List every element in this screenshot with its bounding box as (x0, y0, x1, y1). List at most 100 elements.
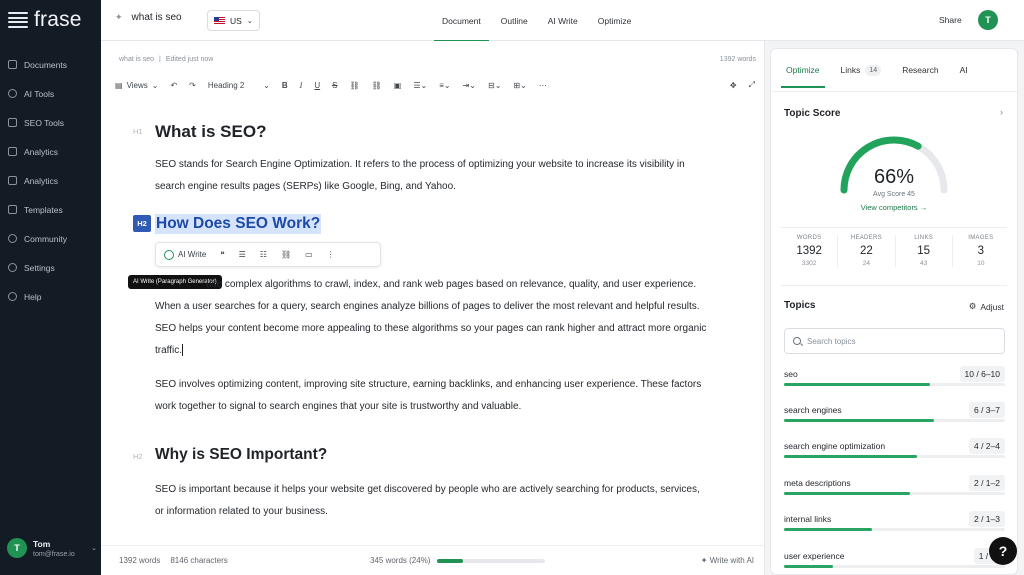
sidebar-item-label: Documents (24, 59, 67, 70)
tab-ai[interactable]: AI (953, 57, 975, 83)
paragraph[interactable]: SEO stands for Search Engine Optimizatio… (155, 154, 710, 198)
stat-value: 15 (917, 245, 931, 257)
list-button[interactable]: ☰⌄ (413, 81, 427, 90)
block-label: H2 (133, 452, 143, 461)
more-button[interactable]: ⋯ (539, 81, 547, 90)
align-button[interactable]: ≡⌄ (439, 81, 450, 90)
heading-label: Heading 2 (207, 80, 245, 90)
section-heading[interactable]: How Does SEO Work? (155, 214, 322, 234)
topic-item[interactable]: user experience1 / 1– (784, 548, 1005, 574)
move-icon[interactable]: ✥ (730, 81, 737, 90)
logo[interactable]: frase (8, 9, 82, 31)
avatar[interactable]: T (978, 10, 998, 30)
paragraph[interactable]: SEO is important because it helps your w… (155, 479, 710, 523)
topic-track (784, 528, 1005, 531)
average-score: Avg Score 45 (873, 191, 915, 198)
stat-value: 1392 (796, 245, 822, 257)
underline-button[interactable]: U (314, 81, 320, 90)
tab-document[interactable]: Document (432, 0, 491, 42)
bold-button[interactable]: B (282, 81, 288, 90)
text-cursor (182, 344, 184, 357)
topic-fill (784, 492, 910, 495)
chevron-right-icon[interactable]: › (1000, 107, 1003, 117)
stat-target: 24 (862, 260, 870, 267)
image-button[interactable]: ▣ (394, 81, 402, 90)
link-button[interactable]: ⛓ (349, 81, 359, 90)
quote-button[interactable]: ❝ (220, 250, 224, 259)
user-menu[interactable]: T Tom tom@frase.io ⌄ (7, 532, 97, 564)
template-icon (8, 205, 17, 214)
topic-item[interactable]: search engines 6 / 3–7 (784, 402, 1005, 435)
table-button[interactable]: ⊞⌄ (513, 81, 526, 90)
tab-links[interactable]: Links 14 (834, 57, 889, 83)
ai-icon (164, 249, 174, 260)
inline-toolbar: AI Write ❝ ☰ ☷ ⛓ ▭ ⋮ (155, 242, 381, 267)
section-heading[interactable]: Why is SEO Important? (155, 446, 327, 464)
sidebar-item-settings[interactable]: Settings (0, 253, 101, 282)
bullet-list-button[interactable]: ☰ (239, 250, 246, 259)
search-input[interactable]: Search topics (784, 328, 1005, 354)
tab-outline[interactable]: Outline (491, 0, 538, 41)
footer-words: 1392 words (119, 556, 161, 565)
link-button[interactable]: ⛓ (281, 250, 291, 259)
more-button[interactable]: ⋮ (327, 250, 335, 259)
stat-label: HEADERS (850, 235, 882, 241)
redo-button[interactable]: ↷ (189, 81, 196, 90)
sidebar-item-analytics-2[interactable]: Analytics (0, 166, 101, 195)
sidebar-nav: Documents AI Tools SEO Tools Analytics A… (0, 50, 101, 311)
stat-images: IMAGES 3 10 (953, 235, 1009, 267)
tab-optimize[interactable]: Optimize (588, 0, 642, 41)
sidebar-item-analytics[interactable]: Analytics (0, 137, 101, 166)
sidebar-item-label: SEO Tools (24, 117, 65, 128)
indent-button[interactable]: ⇥⌄ (463, 81, 476, 90)
us-flag-icon (214, 17, 225, 24)
divider: | (159, 56, 161, 63)
tab-research[interactable]: Research (895, 57, 945, 83)
sidebar-item-label: Analytics (24, 175, 59, 186)
view-competitors-link[interactable]: View competitors → (831, 203, 957, 212)
page-title[interactable]: What is SEO? (155, 122, 266, 142)
tab-optimize-panel[interactable]: Optimize (779, 57, 827, 88)
topic-name: search engines (784, 405, 842, 415)
sidebar-item-templates[interactable]: Templates (0, 195, 101, 224)
block-label: H1 (133, 127, 143, 136)
paragraph[interactable]: use complex algorithms to crawl, index, … (155, 274, 710, 362)
topic-item[interactable]: meta descriptions 2 / 1–2 (784, 475, 1005, 508)
ai-write-button[interactable]: AI Write (164, 249, 206, 260)
heading-select[interactable]: Heading 2 ⌄ (208, 81, 270, 90)
breadcrumb[interactable]: what is seo (119, 56, 154, 63)
sidebar-item-community[interactable]: Community (0, 224, 101, 253)
topic-item[interactable]: seo 10 / 6–10 (784, 366, 1005, 399)
sidebar-item-documents[interactable]: Documents (0, 50, 101, 79)
stat-label: IMAGES (968, 235, 994, 241)
views-button[interactable]: ▤ Views ⌄ (115, 81, 158, 90)
topic-fill (784, 383, 930, 386)
sidebar-item-label: Analytics (24, 146, 59, 157)
document-title[interactable]: ✦ what is seo (115, 12, 182, 23)
topic-count: 2 / 1–3 (969, 511, 1005, 527)
write-with-ai-button[interactable]: ✦ Write with AI (701, 556, 754, 565)
help-button[interactable]: ? (989, 537, 1017, 565)
sidebar-item-seo-tools[interactable]: SEO Tools (0, 108, 101, 137)
tab-ai-write[interactable]: AI Write (538, 0, 588, 41)
language-select[interactable]: US ⌄ (207, 10, 260, 31)
share-button[interactable]: Share (939, 15, 962, 25)
expand-icon[interactable]: ⤢ (749, 80, 755, 90)
strikethrough-button[interactable]: S (332, 81, 337, 90)
italic-button[interactable]: I (300, 81, 303, 90)
sparkle-icon (8, 89, 17, 98)
topic-item[interactable]: search engine optimization 4 / 2–4 (784, 438, 1005, 471)
unlink-button[interactable]: ⛓ (372, 81, 382, 90)
comment-button[interactable]: ▭ (305, 250, 313, 259)
sidebar-item-ai-tools[interactable]: AI Tools (0, 79, 101, 108)
sidebar-item-help[interactable]: Help (0, 282, 101, 311)
topic-name: user experience (784, 551, 845, 561)
topic-track (784, 492, 1005, 495)
paragraph[interactable]: SEO involves optimizing content, improvi… (155, 374, 710, 418)
topic-item[interactable]: internal links 2 / 1–3 (784, 511, 1005, 544)
undo-button[interactable]: ↶ (170, 81, 177, 90)
divider (781, 227, 1007, 228)
adjust-button[interactable]: ⚙ Adjust (969, 301, 1004, 312)
numbered-list-button[interactable]: ☷ (260, 250, 267, 259)
format-button[interactable]: ⊟⌄ (488, 81, 501, 90)
